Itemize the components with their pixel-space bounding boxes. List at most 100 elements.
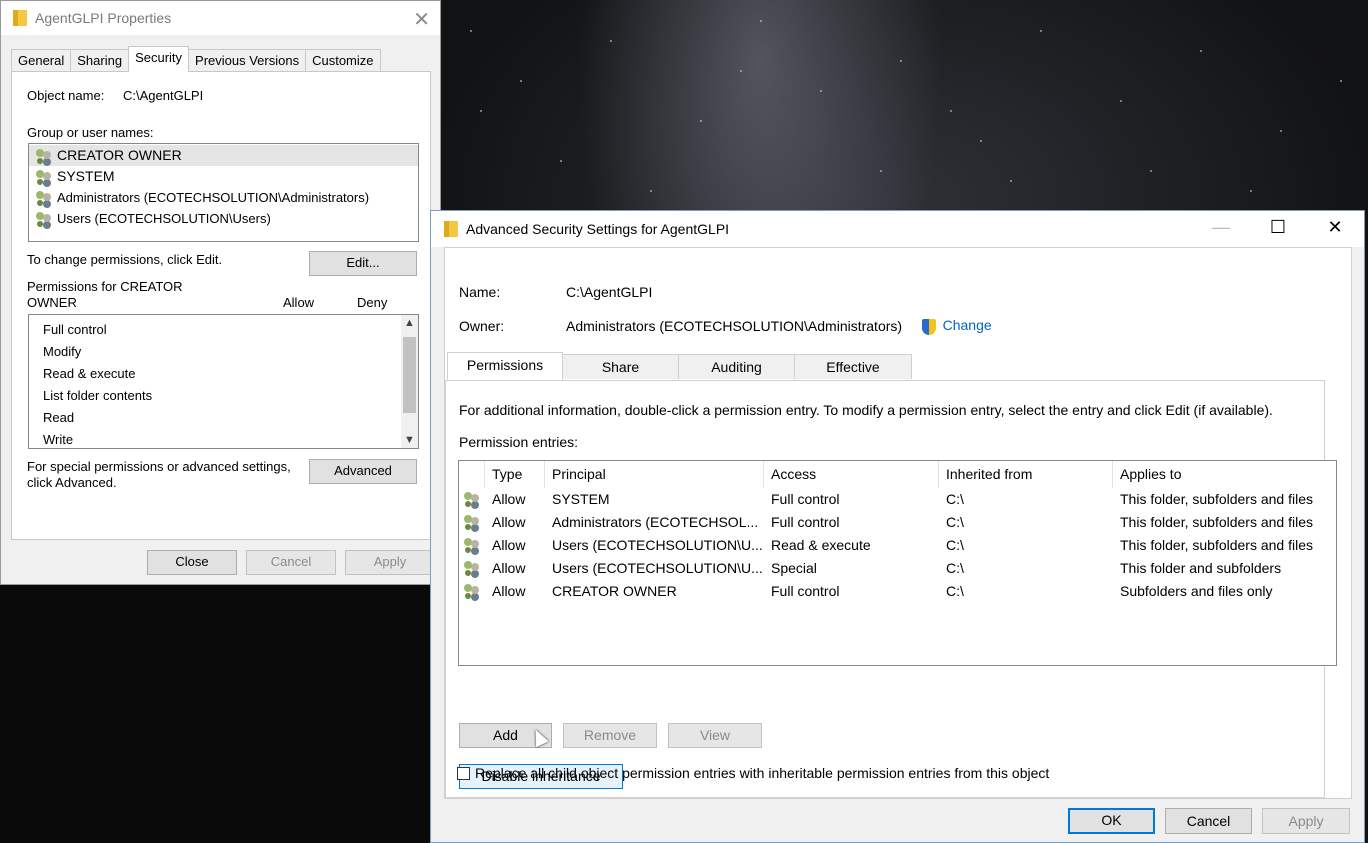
edit-button[interactable]: Edit... <box>309 251 417 276</box>
replace-child-permissions-option[interactable]: Replace all child object permission entr… <box>457 765 1049 781</box>
cell-principal: Users (ECOTECHSOLUTION\U... <box>552 537 763 553</box>
list-item[interactable]: Users (ECOTECHSOLUTION\Users) <box>29 208 418 229</box>
minimize-icon[interactable]: — <box>1198 217 1244 238</box>
desktop-dark-area <box>0 585 440 843</box>
star-decoration <box>650 190 652 192</box>
table-row[interactable]: Allow CREATOR OWNER Full control C:\ Subfold… <box>459 580 1336 603</box>
properties-titlebar: AgentGLPI Properties ✕ <box>1 1 440 35</box>
change-owner-link[interactable]: Change <box>922 317 992 335</box>
cell-type: Allow <box>492 491 526 507</box>
permissions-scrollbar[interactable]: ▲ ▼ <box>401 315 418 448</box>
access-column-header[interactable]: Access <box>764 461 939 488</box>
star-decoration <box>740 70 742 72</box>
table-row[interactable]: Allow Administrators (ECOTECHSOL... Full c… <box>459 511 1336 534</box>
remove-button[interactable]: Remove <box>563 723 657 748</box>
list-item[interactable]: SYSTEM <box>29 166 418 187</box>
permission-row: Read & execute <box>43 366 136 381</box>
list-item[interactable]: Administrators (ECOTECHSOLUTION\Administ… <box>29 187 418 208</box>
permission-row: List folder contents <box>43 388 153 403</box>
principal-column-header[interactable]: Principal <box>545 461 764 488</box>
tab-security[interactable]: Security <box>128 46 190 72</box>
tab-share[interactable]: Share <box>562 354 679 379</box>
change-permissions-text: To change permissions, click Edit. <box>27 252 223 267</box>
star-decoration <box>1010 180 1012 182</box>
properties-tabs: General Sharing Security Previous Versio… <box>11 46 381 72</box>
change-link-text[interactable]: Change <box>943 317 992 333</box>
star-decoration <box>700 120 702 122</box>
tab-customize[interactable]: Customize <box>305 49 381 72</box>
star-decoration <box>1040 30 1042 32</box>
owner-value: Administrators (ECOTECHSOLUTION\Administ… <box>566 318 903 334</box>
replace-checkbox[interactable] <box>457 766 470 780</box>
advanced-button[interactable]: Advanced <box>309 459 417 484</box>
apply-button[interactable]: Apply <box>1262 808 1350 834</box>
ok-button[interactable]: OK <box>1068 808 1155 834</box>
permissions-list[interactable]: Full control Modify Read & execute List … <box>28 314 419 449</box>
view-button[interactable]: View <box>668 723 762 748</box>
users-icon <box>35 169 53 185</box>
permissions-tab-content: For additional information, double-click… <box>445 380 1337 798</box>
folder-icon <box>13 10 27 26</box>
star-decoration <box>1250 190 1252 192</box>
star-decoration <box>520 80 522 82</box>
tab-general[interactable]: General <box>11 49 72 72</box>
cell-inherited: C:\ <box>946 537 964 553</box>
cell-access: Special <box>771 560 817 576</box>
star-decoration <box>470 30 472 32</box>
deny-column-header: Deny <box>357 295 388 310</box>
tab-previous-versions[interactable]: Previous Versions <box>188 49 307 72</box>
cell-inherited: C:\ <box>946 583 964 599</box>
apply-button[interactable]: Apply <box>345 550 435 575</box>
list-item[interactable]: CREATOR OWNER <box>29 145 418 166</box>
permission-row: Read <box>43 410 75 425</box>
object-name-value: C:\AgentGLPI <box>123 88 204 103</box>
star-decoration <box>1120 100 1122 102</box>
cell-applies: Subfolders and files only <box>1120 583 1273 599</box>
users-icon <box>35 148 53 164</box>
table-row[interactable]: Allow Users (ECOTECHSOLUTION\U... Special C… <box>459 557 1336 580</box>
permission-row: Modify <box>43 344 82 359</box>
inherited-column-header[interactable]: Inherited from <box>939 461 1113 488</box>
user-name: Administrators (ECOTECHSOLUTION\Administ… <box>57 190 370 205</box>
cell-access: Full control <box>771 491 840 507</box>
tab-permissions[interactable]: Permissions <box>447 352 563 380</box>
table-row[interactable]: Allow SYSTEM Full control C:\ This folder, s… <box>459 488 1336 511</box>
security-panel: Object name: C:\AgentGLPI Group or user … <box>11 71 431 540</box>
cancel-button[interactable]: Cancel <box>1165 808 1252 834</box>
permission-entries-label: Permission entries: <box>459 434 579 450</box>
tab-effective-access[interactable]: Effective Access <box>794 354 912 400</box>
cell-access: Full control <box>771 514 840 530</box>
scroll-down-icon[interactable]: ▼ <box>401 434 418 446</box>
maximize-icon[interactable]: ☐ <box>1255 217 1301 238</box>
cell-type: Allow <box>492 514 526 530</box>
cell-access: Full control <box>771 583 840 599</box>
tab-sharing[interactable]: Sharing <box>70 49 130 72</box>
cell-applies: This folder, subfolders and files <box>1120 514 1313 530</box>
star-decoration <box>560 160 562 162</box>
scroll-thumb[interactable] <box>403 337 416 413</box>
permission-entries-grid[interactable]: Type Principal Access Inherited from App… <box>458 460 1337 666</box>
cell-principal: Users (ECOTECHSOLUTION\U... <box>552 560 763 576</box>
user-name: SYSTEM <box>57 168 115 184</box>
scroll-up-icon[interactable]: ▲ <box>401 317 418 329</box>
advanced-tabs: Permissions Share Auditing Effective Acc… <box>447 352 912 400</box>
close-icon[interactable]: ✕ <box>1312 217 1358 238</box>
owner-label: Owner: <box>459 318 505 334</box>
close-button[interactable]: Close <box>147 550 237 575</box>
star-decoration <box>480 110 482 112</box>
type-column-header[interactable]: Type <box>485 461 545 488</box>
info-text: For additional information, double-click… <box>459 402 1273 418</box>
user-list[interactable]: CREATOR OWNER SYSTEM Administrators (ECO… <box>28 143 419 242</box>
users-icon <box>463 537 481 553</box>
users-icon-cell <box>459 557 485 580</box>
tab-auditing[interactable]: Auditing <box>678 354 795 379</box>
star-decoration <box>1280 130 1282 132</box>
close-icon[interactable]: ✕ <box>413 7 430 32</box>
cell-inherited: C:\ <box>946 514 964 530</box>
table-row[interactable]: Allow Users (ECOTECHSOLUTION\U... Read & e… <box>459 534 1336 557</box>
star-decoration <box>1340 80 1342 82</box>
cancel-button[interactable]: Cancel <box>246 550 336 575</box>
permissions-for-label-2: OWNER <box>27 295 77 310</box>
cell-type: Allow <box>492 583 526 599</box>
applies-column-header[interactable]: Applies to <box>1113 461 1333 488</box>
